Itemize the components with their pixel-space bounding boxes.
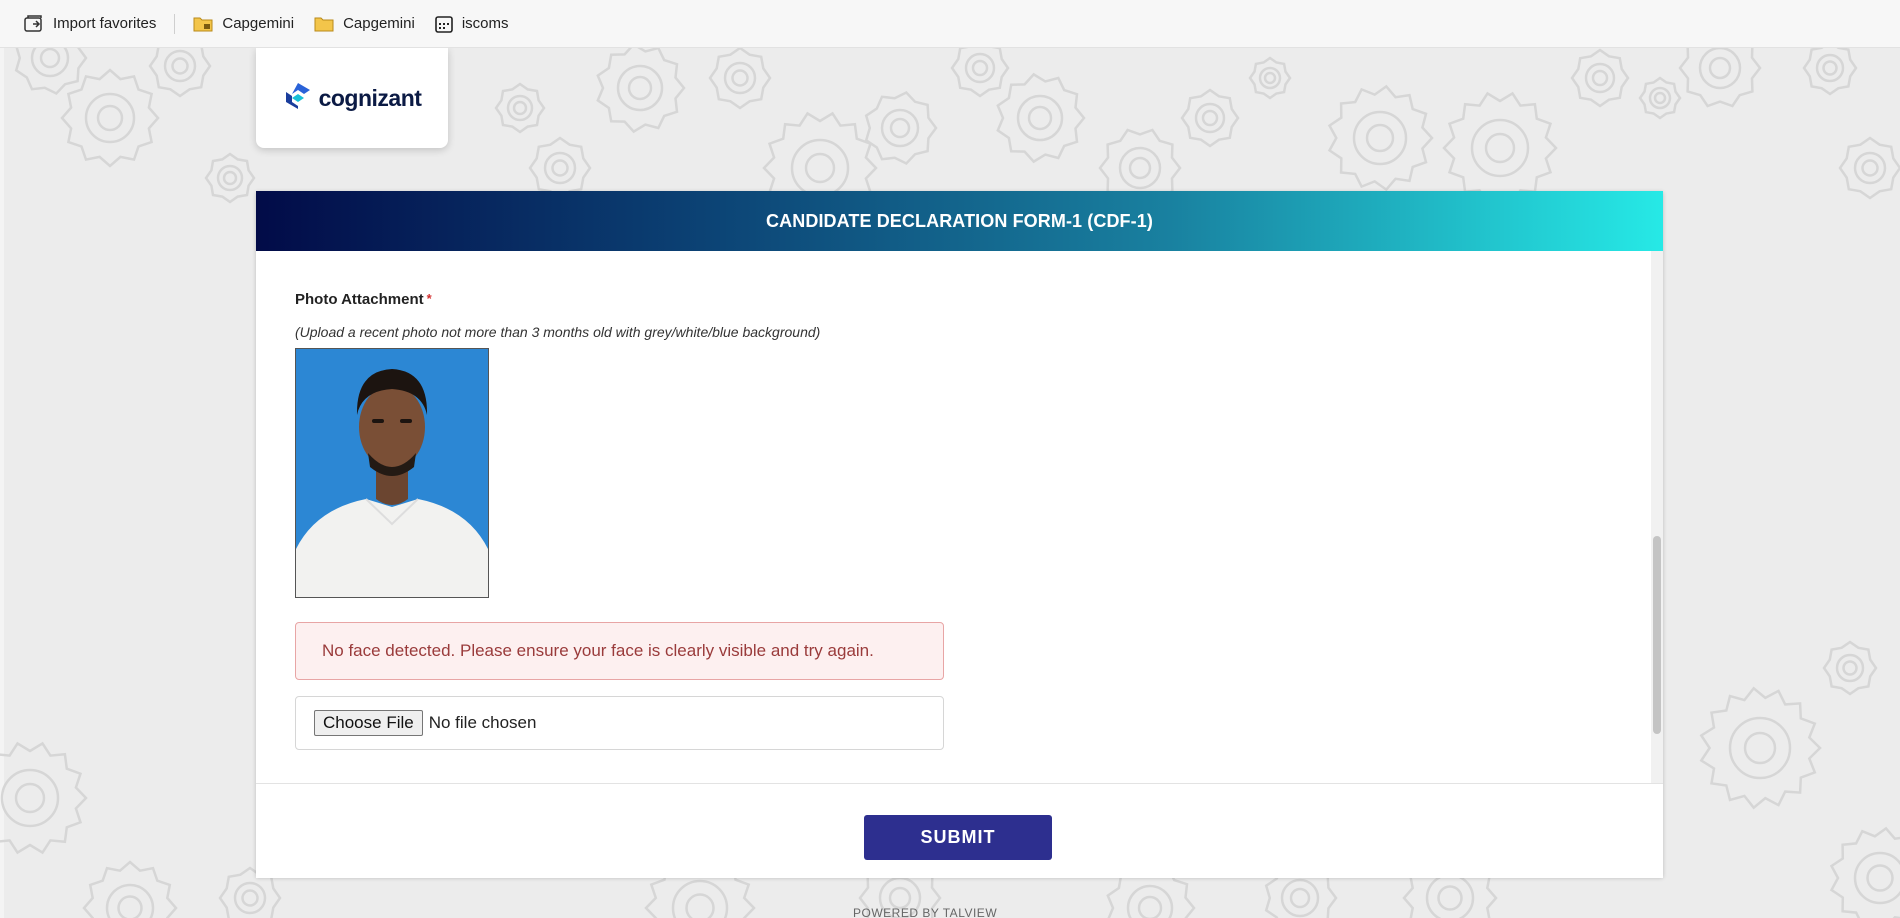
cognizant-logo-icon	[283, 82, 313, 115]
gear-shape	[204, 152, 256, 204]
folder-icon	[193, 15, 213, 32]
form-header: CANDIDATE DECLARATION FORM-1 (CDF-1)	[256, 191, 1663, 251]
gear-shape	[1570, 48, 1630, 108]
bookmark-capgemini-2[interactable]: Capgemini	[304, 6, 425, 42]
bookmark-import-favorites[interactable]: Import favorites	[14, 6, 166, 42]
submit-button[interactable]: SUBMIT	[864, 815, 1052, 860]
folder-icon	[314, 15, 334, 32]
import-favorites-icon	[24, 14, 44, 33]
scrollbar-thumb[interactable]	[1653, 536, 1661, 734]
bookmark-label: Capgemini	[343, 15, 415, 32]
gear-shape	[0, 741, 88, 855]
gear-shape	[1699, 686, 1822, 810]
page-content: cognizant CANDIDATE DECLARATION FORM-1 (…	[0, 48, 1900, 918]
file-status-text: No file chosen	[428, 713, 537, 732]
declaration-form: CANDIDATE DECLARATION FORM-1 (CDF-1) Pho…	[256, 191, 1663, 878]
bookmark-capgemini-1[interactable]: Capgemini	[183, 6, 304, 42]
required-asterisk: *	[426, 291, 432, 306]
bookmark-label: Capgemini	[222, 15, 295, 32]
gear-shape	[708, 48, 772, 110]
gear-shape	[1678, 48, 1762, 108]
bookmark-label: iscoms	[461, 15, 509, 32]
gear-shape	[60, 68, 160, 168]
gear-shape	[1442, 91, 1558, 205]
gear-shape	[1180, 88, 1240, 148]
gear-shape	[148, 48, 212, 98]
calendar-icon	[435, 15, 453, 33]
form-title: CANDIDATE DECLARATION FORM-1 (CDF-1)	[766, 210, 1153, 231]
gear-shape	[1638, 76, 1682, 120]
gear-shape	[864, 90, 938, 166]
gear-shape	[950, 48, 1010, 98]
uploaded-photo	[295, 348, 489, 598]
gear-shape	[1327, 84, 1434, 192]
logo-card: cognizant	[256, 48, 448, 148]
bookmark-label: Import favorites	[53, 15, 157, 32]
form-body: Photo Attachment * (Upload a recent photo…	[256, 251, 1663, 783]
gear-shape	[1802, 48, 1858, 96]
powered-by-text: POWERED BY TALVIEW	[853, 906, 998, 918]
gear-shape	[596, 48, 686, 134]
gear-shape	[996, 72, 1086, 164]
form-footer: SUBMIT	[256, 783, 1663, 878]
gear-shape	[1838, 136, 1900, 200]
photo-attachment-label: Photo Attachment *	[295, 291, 432, 308]
gear-shape	[14, 48, 88, 96]
choose-file-button[interactable]: Choose File	[314, 710, 423, 736]
bookmarks-bar: Import favorites Capgemini Capgemini isc…	[0, 0, 1900, 48]
bookmark-iscoms[interactable]: iscoms	[425, 6, 519, 42]
photo-hint: (Upload a recent photo not more than 3 m…	[295, 324, 821, 340]
gear-shape	[1829, 826, 1900, 918]
file-upload-field: Choose File No file chosen	[295, 696, 944, 750]
person-portrait-image	[296, 349, 488, 597]
face-detection-error: No face detected. Please ensure your fac…	[295, 622, 944, 680]
gear-shape	[494, 82, 546, 134]
bookmark-separator	[174, 13, 176, 34]
form-scrollbar[interactable]	[1651, 251, 1663, 783]
gear-shape	[82, 860, 178, 918]
photo-label-text: Photo Attachment	[295, 291, 424, 308]
logo-wordmark: cognizant	[318, 84, 422, 111]
gear-shape	[528, 136, 592, 200]
gear-shape	[1822, 640, 1878, 696]
gear-shape	[1248, 56, 1292, 100]
